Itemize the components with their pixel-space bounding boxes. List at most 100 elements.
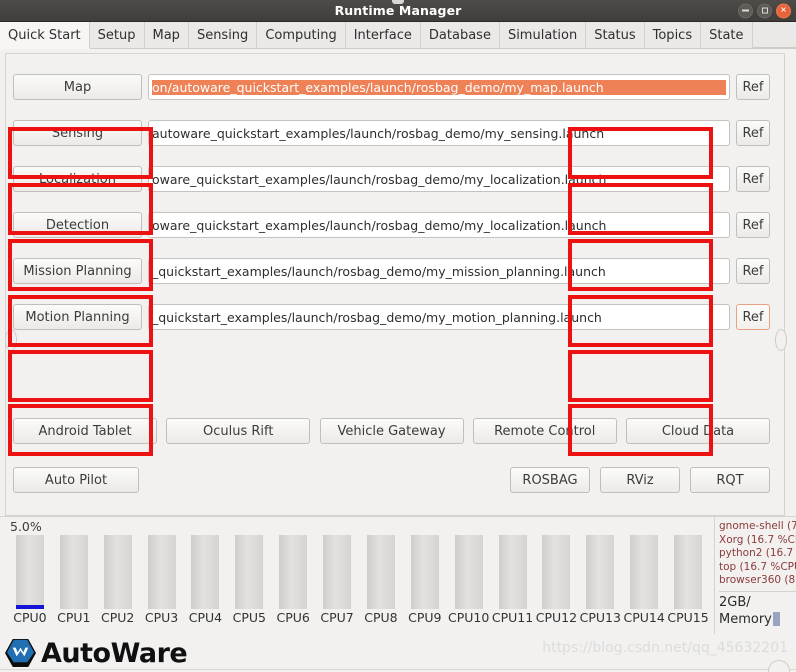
detection-path-value: oware_quickstart_examples/launch/rosbag_… <box>152 217 607 233</box>
map-path-value: on/autoware_quickstart_examples/launch/r… <box>152 79 726 95</box>
cpu-bar <box>535 535 579 609</box>
localization-launch-button[interactable]: Localization <box>13 166 142 192</box>
localization-ref-button[interactable]: Ref <box>736 166 770 192</box>
mission-planning-path-input[interactable]: _quickstart_examples/launch/rosbag_demo/… <box>148 258 730 284</box>
cpu-bar-track <box>586 535 615 609</box>
detection-ref-button[interactable]: Ref <box>736 212 770 238</box>
cpu-label: CPU2 <box>101 610 135 625</box>
detection-launch-button[interactable]: Detection <box>13 212 142 238</box>
rviz-button[interactable]: RViz <box>600 467 680 493</box>
vehicle-gateway-button[interactable]: Vehicle Gateway <box>319 418 464 444</box>
footer-divider <box>0 669 796 670</box>
cpu-bar <box>447 535 491 609</box>
mission-planning-ref-button[interactable]: Ref <box>736 258 770 284</box>
cpu-bar-fill <box>15 605 44 609</box>
cpu-bar-track <box>279 535 308 609</box>
map-path-input[interactable]: on/autoware_quickstart_examples/launch/r… <box>148 74 730 100</box>
cpu-label: CPU13 <box>579 610 621 625</box>
cpu-label: CPU4 <box>188 610 223 625</box>
footer-corner-handle[interactable] <box>768 660 790 672</box>
window-title: Runtime Manager <box>334 3 462 18</box>
remote-control-button[interactable]: Remote Control <box>472 418 617 444</box>
cpu-label: CPU1 <box>57 610 91 625</box>
cpu-label: CPU11 <box>491 610 534 625</box>
cpu-label: CPU12 <box>535 610 578 625</box>
sensing-path-input[interactable]: autoware_quickstart_examples/launch/rosb… <box>148 120 730 146</box>
tab-interface[interactable]: Interface <box>345 22 421 48</box>
sensing-ref-button[interactable]: Ref <box>736 120 770 146</box>
main-tabbar: Quick Start Setup Map Sensing Computing … <box>0 22 796 49</box>
minimize-button[interactable] <box>738 3 753 18</box>
tab-database[interactable]: Database <box>420 22 500 48</box>
memory-row: Memory <box>719 611 796 628</box>
mission-planning-launch-button[interactable]: Mission Planning <box>13 258 142 284</box>
tab-sensing[interactable]: Sensing <box>188 22 258 48</box>
window-titlebar: Runtime Manager ✕ <box>0 0 796 22</box>
map-launch-button[interactable]: Map <box>13 74 142 100</box>
device-button-row: Android Tablet Oculus Rift Vehicle Gatew… <box>13 412 770 450</box>
tab-status[interactable]: Status <box>586 22 645 48</box>
launch-config-list: Map on/autoware_quickstart_examples/laun… <box>13 64 770 340</box>
autoware-hexagon-icon <box>5 638 36 668</box>
motion-planning-ref-button[interactable]: Ref <box>736 304 770 330</box>
auto-pilot-button[interactable]: Auto Pilot <box>13 467 139 493</box>
left-splitter-handle[interactable] <box>5 329 17 351</box>
cpu-bar <box>622 535 666 609</box>
cpu-bar <box>315 535 359 609</box>
close-icon: ✕ <box>780 5 787 15</box>
maximize-button[interactable] <box>757 3 772 18</box>
detection-path-input[interactable]: oware_quickstart_examples/launch/rosbag_… <box>148 212 730 238</box>
motion-planning-path-value: _quickstart_examples/launch/rosbag_demo/… <box>152 309 602 325</box>
launch-row-map: Map on/autoware_quickstart_examples/laun… <box>13 64 770 110</box>
autoware-logo-text: AutoWare <box>41 637 188 669</box>
minimize-icon <box>742 9 749 12</box>
motion-planning-launch-button[interactable]: Motion Planning <box>13 304 142 330</box>
cpu-label: CPU5 <box>232 610 266 625</box>
map-ref-button[interactable]: Ref <box>736 74 770 100</box>
cpu-bar-track <box>191 535 220 609</box>
process-item: Xorg (16.7 %CP <box>719 533 796 546</box>
cpu-bar-track <box>235 535 264 609</box>
cpu-bar-track <box>498 535 527 609</box>
tab-setup[interactable]: Setup <box>89 22 145 48</box>
cloud-data-button[interactable]: Cloud Data <box>626 418 770 444</box>
cpu-bar-group <box>8 535 710 609</box>
system-monitor: 5.0% CPU0 CPU1 CPU2 CPU3 CPU4 CPU5 CPU6 CPU7 CPU… <box>0 516 796 634</box>
rosbag-button[interactable]: ROSBAG <box>510 467 590 493</box>
watermark-text: https://blog.csdn.net/qq_45632201 <box>542 640 788 656</box>
cpu-bar-track <box>103 535 132 609</box>
motion-planning-path-input[interactable]: _quickstart_examples/launch/rosbag_demo/… <box>148 304 730 330</box>
cpu-bar <box>52 535 96 609</box>
android-tablet-button[interactable]: Android Tablet <box>13 418 157 444</box>
cpu-bar <box>140 535 184 609</box>
runtime-manager-window: Runtime Manager ✕ Quick Start Setup Map … <box>0 0 796 672</box>
close-button[interactable]: ✕ <box>776 3 791 18</box>
cpu-label: CPU14 <box>623 610 665 625</box>
quick-start-frame: Map on/autoware_quickstart_examples/laun… <box>5 53 787 516</box>
cpu-bar <box>359 535 403 609</box>
launch-row-detection: Detection oware_quickstart_examples/laun… <box>13 202 770 248</box>
rqt-button[interactable]: RQT <box>690 467 770 493</box>
tab-computing[interactable]: Computing <box>257 22 346 48</box>
cpu-bar-track <box>454 535 483 609</box>
action-button-row: Auto Pilot ROSBAG RViz RQT <box>13 462 770 498</box>
cpu-bar-track <box>323 535 352 609</box>
cpu-bar-track <box>542 535 571 609</box>
right-splitter-handle[interactable] <box>775 329 787 351</box>
tab-topics[interactable]: Topics <box>644 22 702 48</box>
tab-map[interactable]: Map <box>144 22 189 48</box>
window-grip-icon <box>392 0 404 4</box>
autoware-logo: AutoWare <box>4 637 188 669</box>
oculus-rift-button[interactable]: Oculus Rift <box>166 418 311 444</box>
tab-state[interactable]: State <box>701 22 753 48</box>
tab-simulation[interactable]: Simulation <box>499 22 587 48</box>
cpu-label: CPU9 <box>408 610 442 625</box>
localization-path-input[interactable]: oware_quickstart_examples/launch/rosbag_… <box>148 166 730 192</box>
memory-label: Memory <box>719 611 772 627</box>
tab-quick-start[interactable]: Quick Start <box>0 22 90 49</box>
cpu-bar <box>271 535 315 609</box>
localization-path-value: oware_quickstart_examples/launch/rosbag_… <box>152 171 607 187</box>
cpu-bar-track <box>674 535 703 609</box>
sensing-launch-button[interactable]: Sensing <box>13 120 142 146</box>
tabbar-filler <box>752 22 796 48</box>
